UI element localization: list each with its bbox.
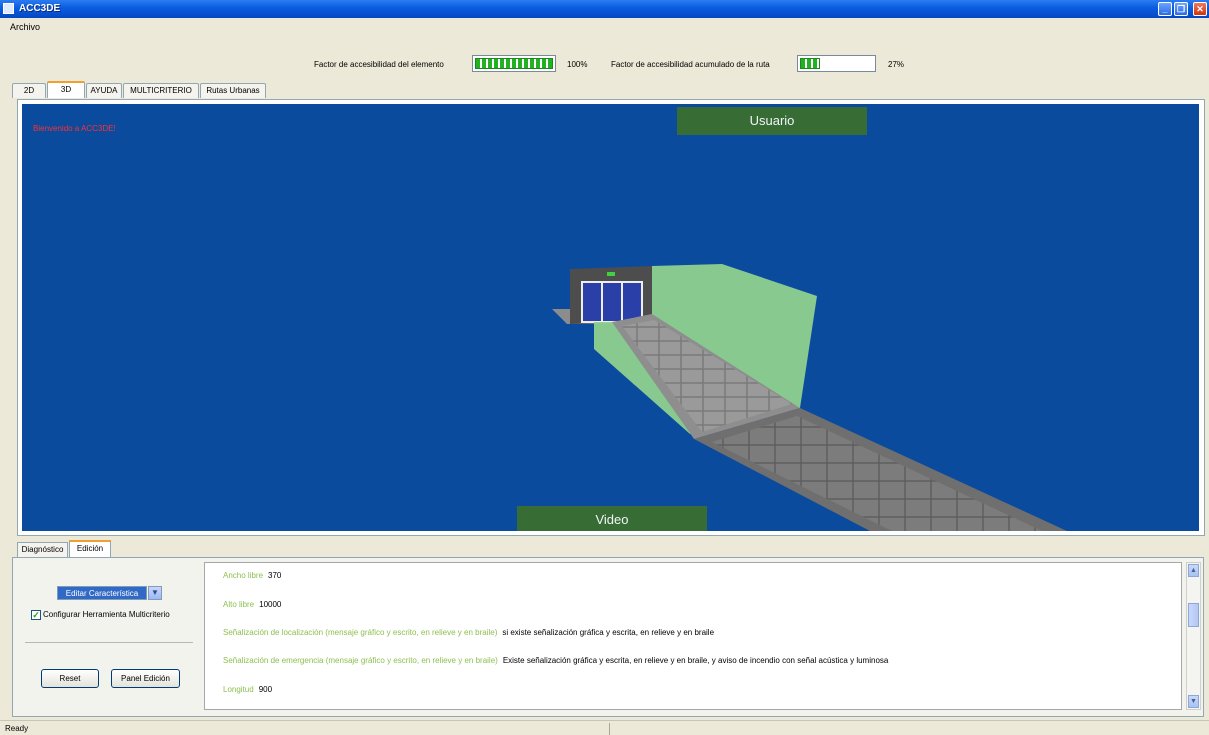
properties-list: Ancho libre 370 Alto libre 10000 Señalizac… <box>204 562 1182 710</box>
exit-sign <box>607 272 615 276</box>
property-value: Existe señalización gráfica y escrita, e… <box>502 656 889 665</box>
element-factor-percent: 100% <box>567 60 588 69</box>
status-text: Ready <box>5 724 29 733</box>
property-key: Alto libre <box>223 600 255 609</box>
reset-button[interactable]: Reset <box>41 669 99 688</box>
multicriteria-checkbox[interactable]: ✓ <box>31 610 41 620</box>
property-row: Longitud 900 <box>223 685 272 694</box>
3d-viewport[interactable]: Bienvenido a ACC3DE! Usuario Video <box>22 104 1199 531</box>
restore-button[interactable]: ❐ <box>1174 2 1188 16</box>
window-title: ACC3DE <box>19 3 61 14</box>
3d-scene[interactable] <box>22 104 1199 531</box>
property-row: Alto libre 10000 <box>223 600 281 609</box>
property-row: Señalización de localización (mensaje gr… <box>223 628 714 637</box>
status-divider <box>609 723 610 735</box>
scroll-down-icon[interactable]: ▼ <box>1188 695 1199 708</box>
property-key: Ancho libre <box>223 571 264 580</box>
video-button[interactable]: Video <box>517 506 707 531</box>
scrollbar-thumb[interactable] <box>1188 603 1199 627</box>
chevron-down-icon[interactable]: ▼ <box>148 586 162 600</box>
tab-ayuda[interactable]: AYUDA <box>86 83 122 98</box>
status-bar: Ready <box>0 720 1209 735</box>
separator <box>25 642 193 643</box>
route-factor-bar <box>797 55 876 72</box>
element-factor-bar <box>472 55 556 72</box>
multicriteria-checkbox-label: Configurar Herramienta Multicriterio <box>43 610 170 619</box>
scroll-up-icon[interactable]: ▲ <box>1188 564 1199 577</box>
tab-edicion[interactable]: Edición <box>69 540 111 557</box>
user-button[interactable]: Usuario <box>677 107 867 135</box>
element-factor-fill <box>475 58 553 69</box>
property-value: 900 <box>258 685 273 694</box>
tab-diagnostico[interactable]: Diagnóstico <box>17 542 68 557</box>
characteristic-select[interactable]: Editar Característica <box>57 586 147 600</box>
welcome-message: Bienvenido a ACC3DE! <box>33 124 116 133</box>
close-button[interactable]: ✕ <box>1193 2 1207 16</box>
menu-archivo[interactable]: Archivo <box>10 22 40 32</box>
property-value: si existe señalización gráfica y escrita… <box>502 628 715 637</box>
tab-multicriterio[interactable]: MULTICRITERIO <box>123 83 199 98</box>
glass-doors <box>581 281 643 323</box>
route-factor-label: Factor de accesibilidad acumulado de la … <box>611 60 770 69</box>
property-value: 370 <box>268 571 282 580</box>
property-key: Señalización de localización (mensaje gr… <box>223 628 498 637</box>
title-bar: ACC3DE _ ❐ ✕ <box>0 0 1209 18</box>
property-row: Señalización de emergencia (mensaje gráf… <box>223 656 888 665</box>
route-factor-fill <box>800 58 820 69</box>
property-key: Longitud <box>223 685 254 694</box>
element-factor-label: Factor de accesibilidad del elemento <box>314 60 444 69</box>
vertical-scrollbar[interactable]: ▲ ▼ <box>1186 562 1201 710</box>
panel-edicion-button[interactable]: Panel Edición <box>111 669 180 688</box>
tab-rutas-urbanas[interactable]: Rutas Urbanas <box>200 83 266 98</box>
route-factor-percent: 27% <box>888 60 905 69</box>
tab-3d[interactable]: 3D <box>47 81 85 98</box>
tab-2d[interactable]: 2D <box>12 83 46 98</box>
app-icon <box>3 3 14 14</box>
property-value: 10000 <box>259 600 282 609</box>
menu-bar: Archivo <box>0 18 1209 36</box>
property-key: Señalización de emergencia (mensaje gráf… <box>223 656 498 665</box>
property-row: Ancho libre 370 <box>223 571 281 580</box>
minimize-button[interactable]: _ <box>1158 2 1172 16</box>
